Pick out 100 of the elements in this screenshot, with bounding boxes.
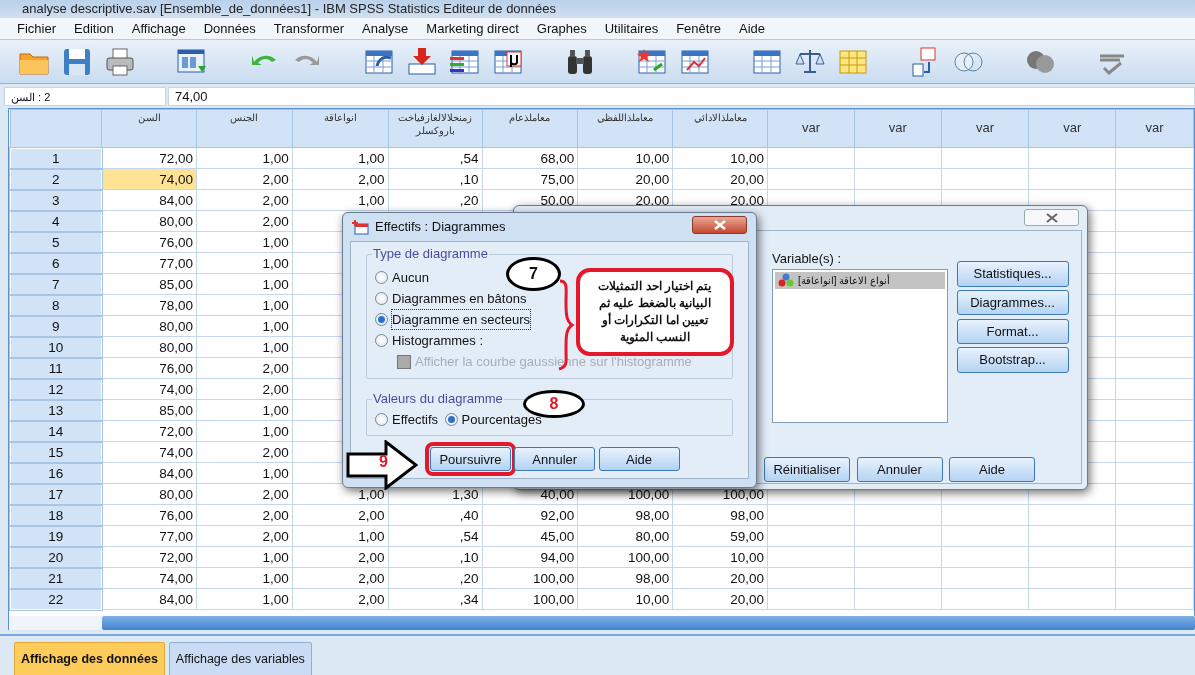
dialog-button[interactable]: Annuler xyxy=(856,456,943,482)
menu-item[interactable]: Fichier xyxy=(8,18,65,39)
table-cell[interactable]: 74,00 xyxy=(101,567,197,589)
menu-item[interactable]: Marketing direct xyxy=(417,18,528,39)
column-header[interactable]: var xyxy=(1115,109,1194,148)
table-cell[interactable]: 80,00 xyxy=(577,525,673,547)
table-cell[interactable]: 76,00 xyxy=(101,231,197,253)
column-header[interactable]: var xyxy=(854,109,942,148)
table-cell[interactable]: 76,00 xyxy=(101,357,197,379)
column-header[interactable]: السن xyxy=(101,109,197,148)
radio-button[interactable] xyxy=(375,313,388,326)
table-cell[interactable]: 2,00 xyxy=(292,546,389,568)
row-number[interactable]: 8 xyxy=(10,294,102,316)
row-number[interactable]: 12 xyxy=(10,378,102,400)
table-cell[interactable]: ,54 xyxy=(388,525,482,547)
dialog-button[interactable]: Annuler xyxy=(514,447,596,471)
table-cell[interactable]: 1,00 xyxy=(292,147,389,169)
radio-button[interactable] xyxy=(375,271,388,284)
table-cell[interactable]: 92,00 xyxy=(482,504,578,526)
table-cell[interactable]: 80,00 xyxy=(101,483,197,505)
table-cell[interactable]: 100,00 xyxy=(577,546,673,568)
table-cell[interactable]: 1,00 xyxy=(196,462,293,484)
dialog-button[interactable]: Aide xyxy=(949,456,1035,482)
menu-item[interactable]: Affichage xyxy=(122,18,195,39)
radio-label[interactable]: Histogrammes : xyxy=(392,330,484,351)
table-cell[interactable]: 1,00 xyxy=(196,588,293,610)
table-cell[interactable]: 2,00 xyxy=(196,210,293,232)
radio-label[interactable]: Aucun xyxy=(392,267,429,288)
table-cell[interactable]: ,40 xyxy=(388,504,482,526)
table-cell[interactable]: 2,00 xyxy=(196,357,293,379)
table-cell[interactable]: 2,00 xyxy=(196,504,293,526)
table-cell[interactable]: 2,00 xyxy=(196,525,293,547)
column-header[interactable]: var xyxy=(767,109,855,148)
row-number[interactable]: 4 xyxy=(10,210,102,232)
row-number[interactable]: 13 xyxy=(10,399,102,421)
close-button[interactable] xyxy=(1024,209,1079,226)
table-cell[interactable]: 1,00 xyxy=(196,315,293,337)
variable-list[interactable]: أنواع الاعاقة [انواعاقة] xyxy=(772,268,948,423)
row-number[interactable]: 6 xyxy=(10,252,102,274)
radio-label[interactable]: Effectifs xyxy=(392,409,438,430)
menu-item[interactable]: Edition xyxy=(65,18,123,39)
table-cell[interactable]: 98,00 xyxy=(577,504,673,526)
radio-label[interactable]: Diagramme en secteurs xyxy=(392,309,530,330)
column-header[interactable]: معاملذعام xyxy=(482,109,578,148)
menu-item[interactable]: Graphes xyxy=(527,18,596,39)
table-cell[interactable]: 2,00 xyxy=(196,483,293,505)
table-cell[interactable]: 1,00 xyxy=(196,399,293,421)
menu-item[interactable]: Transformer xyxy=(264,18,354,39)
column-header[interactable]: انواعاقة xyxy=(292,109,389,148)
menu-item[interactable]: Utilitaires xyxy=(595,18,668,39)
table-cell[interactable]: 10,00 xyxy=(577,147,673,169)
table-cell[interactable]: 1,00 xyxy=(292,525,389,547)
table-cell[interactable]: ,10 xyxy=(388,546,482,568)
table-cell[interactable]: ,34 xyxy=(388,588,482,610)
table-down-arrow-icon[interactable] xyxy=(406,45,438,78)
table-cell[interactable]: 80,00 xyxy=(101,315,197,337)
table-cell[interactable]: 84,00 xyxy=(101,588,197,610)
table-cell[interactable]: 20,00 xyxy=(672,168,768,190)
column-header[interactable]: معاملذالادائي xyxy=(672,109,768,148)
table-cell[interactable]: 80,00 xyxy=(101,210,197,232)
table-cell[interactable]: 45,00 xyxy=(482,525,578,547)
dialog-button[interactable]: Diagrammes... xyxy=(956,289,1069,316)
table-cell[interactable]: 72,00 xyxy=(101,546,197,568)
table-cell[interactable]: 78,00 xyxy=(101,294,197,316)
dialog-button[interactable]: Statistiques... xyxy=(956,261,1069,287)
table-cell[interactable]: 1,00 xyxy=(292,189,389,211)
dialog-button[interactable]: Aide xyxy=(598,447,680,471)
table-cell[interactable]: ,54 xyxy=(388,147,482,169)
row-number[interactable]: 3 xyxy=(10,189,102,211)
table-cell[interactable]: 2,00 xyxy=(196,189,293,211)
table-cell[interactable]: 2,00 xyxy=(196,378,293,400)
row-number[interactable]: 17 xyxy=(10,483,102,505)
dialog-button[interactable]: Bootstrap... xyxy=(956,347,1069,373)
table-cell[interactable]: 100,00 xyxy=(482,588,578,610)
horizontal-scrollbar[interactable] xyxy=(102,616,1195,630)
table-cell[interactable]: 59,00 xyxy=(672,525,768,547)
table-cell[interactable]: 98,00 xyxy=(672,504,768,526)
row-number[interactable]: 2 xyxy=(10,168,102,190)
table-cell[interactable]: 1,00 xyxy=(196,567,293,589)
table-cell[interactable]: 94,00 xyxy=(482,546,578,568)
table-cell[interactable]: ,10 xyxy=(388,168,482,190)
table-cell[interactable]: 85,00 xyxy=(101,399,197,421)
table-cell[interactable]: 1,00 xyxy=(196,273,293,295)
radio-label[interactable]: Diagrammes en bâtons xyxy=(392,288,527,309)
row-number[interactable]: 7 xyxy=(10,273,102,295)
table-cell[interactable]: 77,00 xyxy=(101,525,197,547)
radio-button[interactable] xyxy=(375,413,388,426)
row-number[interactable]: 16 xyxy=(10,462,102,484)
column-header[interactable]: معاملذاللفظي xyxy=(577,109,673,148)
row-number[interactable]: 11 xyxy=(10,357,102,379)
table-cell[interactable]: 77,00 xyxy=(101,252,197,274)
row-number[interactable]: 18 xyxy=(10,504,102,526)
menu-item[interactable]: Données xyxy=(194,18,265,39)
radio-button[interactable] xyxy=(444,413,458,426)
table-cell[interactable]: 72,00 xyxy=(101,420,197,442)
table-cell[interactable]: 1,00 xyxy=(196,252,293,274)
row-number[interactable]: 1 xyxy=(10,147,102,169)
table-cell[interactable]: 2,00 xyxy=(292,567,389,589)
printer-icon[interactable] xyxy=(104,45,136,78)
table-cell[interactable]: 20,00 xyxy=(672,567,768,589)
